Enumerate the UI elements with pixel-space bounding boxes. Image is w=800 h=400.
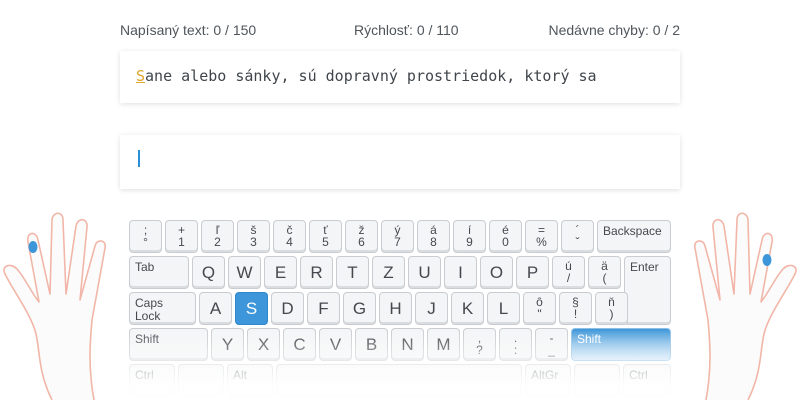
key-j[interactable]: J	[415, 292, 448, 325]
key-e[interactable]: E	[264, 256, 297, 289]
key-ctrl-left[interactable]: Ctrl	[129, 364, 175, 397]
key-shift-right[interactable]: Shift	[571, 328, 671, 361]
key-u[interactable]: U	[408, 256, 441, 289]
recent-errors-counter: Nedávne chyby: 0 / 2	[548, 22, 680, 38]
key-menu[interactable]	[574, 364, 620, 397]
key-b[interactable]: B	[355, 328, 388, 361]
key-5[interactable]: ť5	[309, 220, 342, 253]
key-space[interactable]	[276, 364, 522, 397]
key-l[interactable]: L	[487, 292, 520, 325]
key-8[interactable]: á8	[417, 220, 450, 253]
key-o-circumflex[interactable]: ô "	[523, 292, 556, 325]
key-n[interactable]: N	[391, 328, 424, 361]
key-1[interactable]: +1	[165, 220, 198, 253]
key-q[interactable]: Q	[192, 256, 225, 289]
source-text-panel: Sane alebo sánky, sú dopravný prostriedo…	[120, 51, 680, 103]
key-h[interactable]: H	[379, 292, 412, 325]
key-a[interactable]: A	[199, 292, 232, 325]
key-minus[interactable]: - _	[535, 328, 568, 361]
key-tab[interactable]: Tab	[129, 256, 189, 289]
key-section[interactable]: §!	[559, 292, 592, 325]
current-character: S	[136, 67, 146, 85]
key-backspace[interactable]: Backspace	[597, 220, 671, 253]
virtual-keyboard: ; ° +1 ľ2 š3 č4 ť5 ž6 ý7 á8 í9 é0 =% ´ ˇ B…	[128, 219, 672, 400]
key-o[interactable]: O	[480, 256, 513, 289]
left-hand-icon	[3, 212, 107, 400]
remaining-text: ane alebo sánky, sú dopravný prostriedok…	[145, 67, 597, 85]
key-6[interactable]: ž6	[345, 220, 378, 253]
key-c[interactable]: C	[283, 328, 316, 361]
key-acute[interactable]: ´ ˇ	[561, 220, 594, 253]
key-p[interactable]: P	[516, 256, 549, 289]
key-win-left[interactable]	[178, 364, 224, 397]
typing-input-area[interactable]	[120, 135, 680, 189]
key-shift-left[interactable]: Shift	[129, 328, 208, 361]
key-k[interactable]: K	[451, 292, 484, 325]
key-enter[interactable]: Enter	[624, 256, 671, 325]
key-2[interactable]: ľ2	[201, 220, 234, 253]
key-comma[interactable]: ,?	[463, 328, 496, 361]
key-z[interactable]: Z	[372, 256, 405, 289]
key-f[interactable]: F	[307, 292, 340, 325]
key-7[interactable]: ý7	[381, 220, 414, 253]
stats-bar: Napísaný text: 0 / 150 Rýchlosť: 0 / 110…	[120, 22, 680, 40]
key-caps-lock[interactable]: Caps Lock	[129, 292, 196, 325]
key-m[interactable]: M	[427, 328, 460, 361]
key-0[interactable]: é0	[489, 220, 522, 253]
text-caret	[138, 150, 140, 167]
speed-counter: Rýchlosť: 0 / 110	[354, 22, 459, 38]
key-x[interactable]: X	[247, 328, 280, 361]
key-a-umlaut[interactable]: ä(	[588, 256, 621, 289]
key-ctrl-right[interactable]: Ctrl	[623, 364, 671, 397]
key-i[interactable]: I	[444, 256, 477, 289]
key-alt-left[interactable]: Alt	[227, 364, 273, 397]
right-hand-icon	[693, 212, 797, 400]
key-w[interactable]: W	[228, 256, 261, 289]
key-u-acute[interactable]: ú /	[552, 256, 585, 289]
key-equals[interactable]: =%	[525, 220, 558, 253]
key-semicolon[interactable]: ; °	[129, 220, 162, 253]
key-y[interactable]: Y	[211, 328, 244, 361]
key-s[interactable]: S	[235, 292, 268, 325]
key-t[interactable]: T	[336, 256, 369, 289]
key-r[interactable]: R	[300, 256, 333, 289]
key-3[interactable]: š3	[237, 220, 270, 253]
key-g[interactable]: G	[343, 292, 376, 325]
key-4[interactable]: č4	[273, 220, 306, 253]
key-period[interactable]: .:	[499, 328, 532, 361]
key-altgr[interactable]: AltGr	[525, 364, 571, 397]
key-d[interactable]: D	[271, 292, 304, 325]
key-v[interactable]: V	[319, 328, 352, 361]
typed-text-counter: Napísaný text: 0 / 150	[120, 22, 257, 38]
key-9[interactable]: í9	[453, 220, 486, 253]
key-n-caron[interactable]: ň)	[595, 292, 628, 325]
